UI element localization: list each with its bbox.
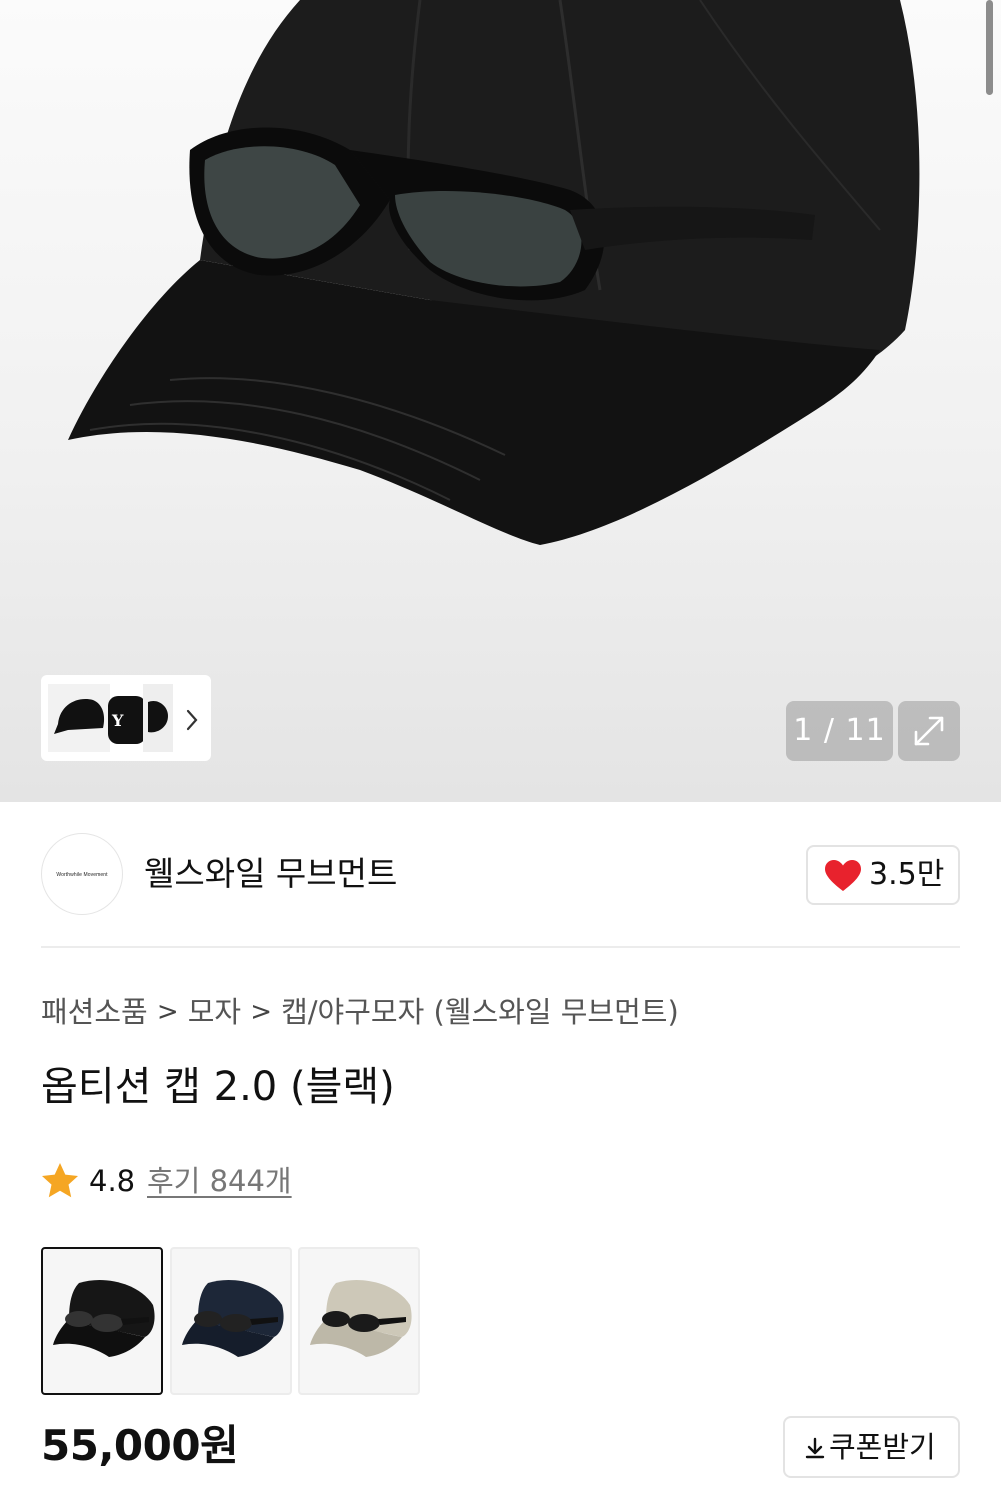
thumbnail-letter: Y xyxy=(111,711,124,730)
rating-value: 4.8 xyxy=(89,1164,136,1198)
chevron-right-icon[interactable] xyxy=(185,709,199,731)
image-counter: 1 / 11 xyxy=(786,701,893,761)
like-button[interactable]: 3.5만 xyxy=(806,845,960,905)
product-image-gallery[interactable]: Y 1 / 11 xyxy=(0,0,1001,802)
divider xyxy=(41,946,960,948)
page-scrollbar[interactable] xyxy=(986,0,993,95)
breadcrumb-separator: > xyxy=(250,997,272,1027)
heart-icon xyxy=(825,860,861,891)
thumbnail-images: Y xyxy=(48,684,173,752)
brand-name-link[interactable]: 웰스와일 무브먼트 xyxy=(144,852,397,896)
breadcrumb-item-hats[interactable]: 모자 xyxy=(188,990,241,1034)
review-count-link[interactable]: 후기 844개 xyxy=(147,1161,292,1201)
breadcrumb-item-caps[interactable]: 캡/야구모자 (웰스와일 무브먼트) xyxy=(281,990,679,1034)
like-count: 3.5만 xyxy=(869,857,945,892)
product-price: 55,000원 xyxy=(41,1421,239,1470)
breadcrumb-item-fashion-accessories[interactable]: 패션소품 xyxy=(41,990,148,1034)
color-swatch-black[interactable] xyxy=(41,1247,163,1395)
cap-thumbnail-black xyxy=(53,1279,155,1357)
product-title: 옵티션 캡 2.0 (블랙) xyxy=(41,1064,395,1110)
brand-logo-text: Worthwhile Movement xyxy=(56,872,108,878)
color-swatch-beige[interactable] xyxy=(298,1247,420,1395)
star-icon xyxy=(42,1163,78,1198)
thumbnail-strip[interactable]: Y xyxy=(41,675,211,761)
download-icon xyxy=(805,1437,825,1459)
color-swatch-navy[interactable] xyxy=(170,1247,292,1395)
breadcrumb-separator: > xyxy=(156,997,179,1027)
cap-thumbnail-navy xyxy=(182,1279,284,1357)
brand-logo[interactable]: Worthwhile Movement xyxy=(41,833,123,915)
cap-thumbnail-beige xyxy=(310,1279,412,1357)
expand-image-button[interactable] xyxy=(898,701,960,761)
get-coupon-button[interactable]: 쿠폰받기 xyxy=(783,1416,960,1478)
coupon-label: 쿠폰받기 xyxy=(829,1430,936,1464)
expand-icon xyxy=(914,716,944,746)
breadcrumb: 패션소품 > 모자 > 캡/야구모자 (웰스와일 무브먼트) xyxy=(41,990,679,1034)
